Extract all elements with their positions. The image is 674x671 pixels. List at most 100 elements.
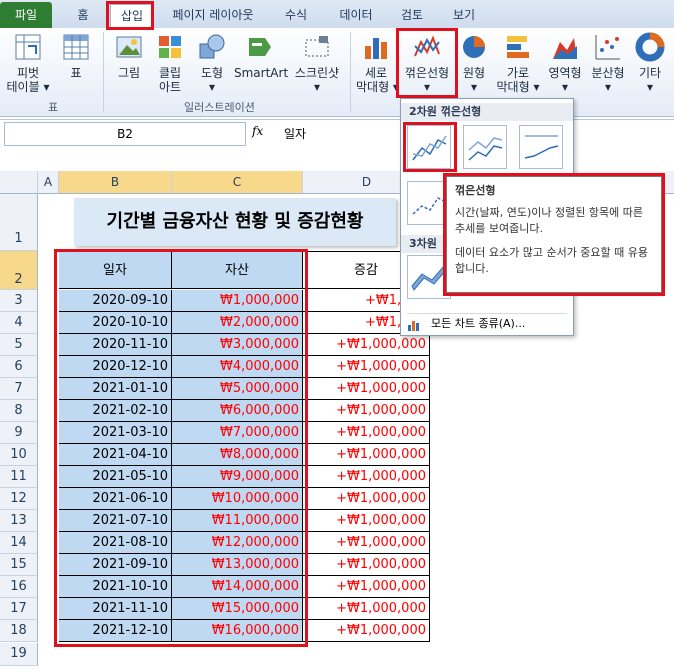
tab-insert[interactable]: 삽입 <box>110 4 154 27</box>
row-header-19[interactable]: 19 <box>0 643 38 666</box>
asset-cell[interactable]: ₩5,000,000 <box>172 378 303 400</box>
row-header-5[interactable]: 5 <box>0 334 38 356</box>
picture-button[interactable]: 그림 <box>110 32 148 80</box>
delta-cell[interactable]: +₩1,000,000 <box>303 444 430 466</box>
date-cell[interactable]: 2020-09-10 <box>59 290 172 312</box>
delta-cell[interactable]: +₩1,000,000 <box>303 400 430 422</box>
delta-cell[interactable]: +₩1,000,000 <box>303 466 430 488</box>
date-cell[interactable]: 2021-06-10 <box>59 488 172 510</box>
row-header-11[interactable]: 11 <box>0 466 38 488</box>
date-cell[interactable]: 2021-11-10 <box>59 598 172 620</box>
tab-file[interactable]: 파일 <box>0 2 52 28</box>
bar-chart-button[interactable]: 가로 막대형 ▾ <box>494 32 542 94</box>
asset-cell[interactable]: ₩10,000,000 <box>172 488 303 510</box>
delta-cell[interactable]: +₩1,000,000 <box>303 378 430 400</box>
other-charts-button[interactable]: 기타 ▾ <box>632 32 668 94</box>
row-header-18[interactable]: 18 <box>0 620 38 642</box>
date-cell[interactable]: 2020-12-10 <box>59 356 172 378</box>
delta-cell[interactable]: +₩1,000,000 <box>303 334 430 356</box>
row-header-7[interactable]: 7 <box>0 378 38 400</box>
header-date-cell[interactable]: 일자 <box>59 251 172 289</box>
asset-cell[interactable]: ₩11,000,000 <box>172 510 303 532</box>
smartart-button[interactable]: SmartArt <box>234 32 288 80</box>
asset-cell[interactable]: ₩1,000,000 <box>172 290 303 312</box>
date-cell[interactable]: 2021-02-10 <box>59 400 172 422</box>
pie-chart-button[interactable]: 원형 ▾ <box>458 32 490 94</box>
delta-cell[interactable]: +₩1,000,000 <box>303 576 430 598</box>
tab-formulas[interactable]: 수식 <box>276 4 316 26</box>
delta-cell[interactable]: +₩1,000,000 <box>303 598 430 620</box>
date-cell[interactable]: 2021-07-10 <box>59 510 172 532</box>
row-header-3[interactable]: 3 <box>0 290 38 312</box>
asset-cell[interactable]: ₩12,000,000 <box>172 532 303 554</box>
row-header-16[interactable]: 16 <box>0 576 38 598</box>
sheet-title[interactable]: 기간별 금융자산 현황 및 증감현황 <box>74 198 396 246</box>
asset-cell[interactable]: ₩8,000,000 <box>172 444 303 466</box>
date-cell[interactable]: 2021-04-10 <box>59 444 172 466</box>
table-button[interactable]: 표 <box>56 32 96 80</box>
date-cell[interactable]: 2021-12-10 <box>59 620 172 642</box>
asset-cell[interactable]: ₩13,000,000 <box>172 554 303 576</box>
date-cell[interactable]: 2021-09-10 <box>59 554 172 576</box>
name-box[interactable]: B2 <box>4 122 246 146</box>
shapes-button[interactable]: 도형 ▾ <box>192 32 232 94</box>
header-asset-cell[interactable]: 자산 <box>172 251 303 289</box>
asset-cell[interactable]: ₩6,000,000 <box>172 400 303 422</box>
row-header-13[interactable]: 13 <box>0 510 38 532</box>
tab-data[interactable]: 데이터 <box>332 4 380 26</box>
column-chart-button[interactable]: 세로 막대형 ▾ <box>356 32 399 94</box>
all-chart-types-link[interactable]: 모든 차트 종류(A)... <box>407 313 567 332</box>
clipart-button[interactable]: 클립 아트 <box>150 32 190 94</box>
tab-review[interactable]: 검토 <box>392 4 432 26</box>
asset-cell[interactable]: ₩7,000,000 <box>172 422 303 444</box>
date-cell[interactable]: 2020-11-10 <box>59 334 172 356</box>
tab-page-layout[interactable]: 페이지 레이아웃 <box>164 4 262 26</box>
stacked-line-option-icon[interactable] <box>463 125 507 169</box>
delta-cell[interactable]: +₩1,000,000 <box>303 356 430 378</box>
delta-cell[interactable]: +₩1,000,000 <box>303 422 430 444</box>
line-chart-button[interactable]: 꺾은선형 ▾ <box>398 32 456 94</box>
date-cell[interactable]: 2021-08-10 <box>59 532 172 554</box>
column-header-b[interactable]: B <box>59 171 172 193</box>
line-markers-option-icon[interactable] <box>407 181 451 225</box>
row-header-9[interactable]: 9 <box>0 422 38 444</box>
delta-cell[interactable]: +₩1,000,000 <box>303 554 430 576</box>
tab-view[interactable]: 보기 <box>444 4 484 26</box>
delta-cell[interactable]: +₩1,000,000 <box>303 510 430 532</box>
row-header-12[interactable]: 12 <box>0 488 38 510</box>
delta-cell[interactable]: +₩1,000,000 <box>303 620 430 642</box>
row-header-1[interactable]: 1 <box>0 194 38 251</box>
asset-cell[interactable]: ₩16,000,000 <box>172 620 303 642</box>
select-all-corner[interactable] <box>0 171 38 193</box>
tab-home[interactable]: 홈 <box>66 4 100 26</box>
row-header-10[interactable]: 10 <box>0 444 38 466</box>
screenshot-button[interactable]: 스크린샷 ▾ <box>290 32 344 94</box>
line-chart-option-icon[interactable] <box>407 125 451 169</box>
3d-line-option-icon[interactable] <box>407 255 451 299</box>
date-cell[interactable]: 2021-03-10 <box>59 422 172 444</box>
asset-cell[interactable]: ₩4,000,000 <box>172 356 303 378</box>
column-header-c[interactable]: C <box>172 171 303 193</box>
asset-cell[interactable]: ₩3,000,000 <box>172 334 303 356</box>
area-chart-button[interactable]: 영역형 ▾ <box>544 32 586 94</box>
row-header-6[interactable]: 6 <box>0 356 38 378</box>
column-header-a[interactable]: A <box>38 171 59 193</box>
row-header-8[interactable]: 8 <box>0 400 38 422</box>
asset-cell[interactable]: ₩15,000,000 <box>172 598 303 620</box>
date-cell[interactable]: 2020-10-10 <box>59 312 172 334</box>
row-header-4[interactable]: 4 <box>0 312 38 334</box>
asset-cell[interactable]: ₩9,000,000 <box>172 466 303 488</box>
date-cell[interactable]: 2021-05-10 <box>59 466 172 488</box>
date-cell[interactable]: 2021-10-10 <box>59 576 172 598</box>
asset-cell[interactable]: ₩2,000,000 <box>172 312 303 334</box>
date-cell[interactable]: 2021-01-10 <box>59 378 172 400</box>
delta-cell[interactable]: +₩1,000,000 <box>303 488 430 510</box>
delta-cell[interactable]: +₩1,000,000 <box>303 532 430 554</box>
row-header-14[interactable]: 14 <box>0 532 38 554</box>
scatter-chart-button[interactable]: 분산형 ▾ <box>588 32 628 94</box>
asset-cell[interactable]: ₩14,000,000 <box>172 576 303 598</box>
percent-line-option-icon[interactable] <box>519 125 563 169</box>
row-header-15[interactable]: 15 <box>0 554 38 576</box>
formula-input[interactable]: 일자 <box>284 124 306 144</box>
pivot-table-button[interactable]: 피벗 테이블 ▾ <box>6 32 50 94</box>
